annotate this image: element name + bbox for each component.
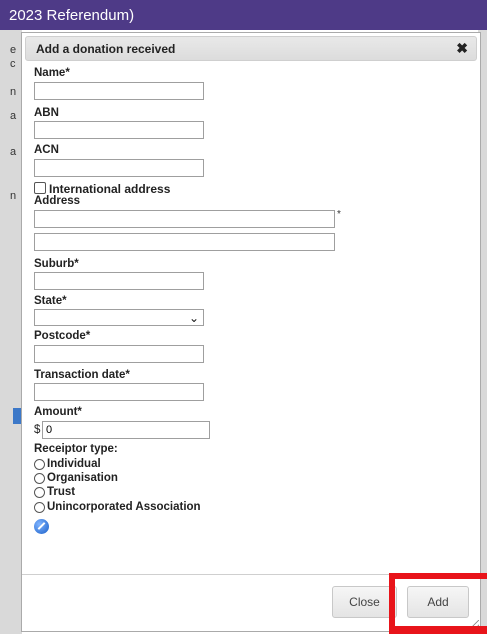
radio-unincorporated-association[interactable] [34,502,45,513]
acn-input[interactable] [34,159,204,177]
currency-symbol: $ [34,424,41,436]
state-selected-value [35,314,38,326]
close-button[interactable]: Close [332,586,397,618]
postcode-label: Postcode* [34,330,91,342]
international-address-label: International address [49,182,171,196]
window-title: 2023 Referendum) [9,7,135,24]
suburb-input[interactable] [34,272,204,290]
abn-label: ABN [34,107,59,119]
radio-individual-label: Individual [47,458,101,470]
background-text-fragment: n [10,190,17,202]
address-label: Address [34,195,81,207]
suburb-label: Suburb* [34,258,79,270]
highlight-annotation [389,573,487,634]
background-text-fragment: n [10,86,17,98]
radio-trust[interactable] [34,487,45,498]
state-label: State* [34,295,67,307]
transaction-date-input[interactable] [34,383,204,401]
acn-label: ACN [34,144,59,156]
state-select[interactable]: ⌄ [34,309,204,326]
highlight-annotation-bottom [389,626,487,634]
radio-individual[interactable] [34,459,45,470]
name-input[interactable] [34,82,204,100]
address-line2-input[interactable] [34,233,335,251]
background-text-fragment: a [10,110,17,122]
receiptor-type-label: Receiptor type: [34,443,118,455]
dialog-title: Add a donation received [36,42,176,56]
close-icon[interactable]: ✖ [456,40,468,57]
add-donation-dialog: Add a donation received ✖ Name* ABN ACN … [21,32,481,632]
address-line1-input[interactable] [34,210,335,228]
chevron-down-icon: ⌄ [188,311,199,325]
window-title-bar: 2023 Referendum) [0,0,487,30]
radio-organisation[interactable] [34,473,45,484]
background-left-panel: e c n a a n [0,30,22,634]
background-text-fragment: e [10,44,17,56]
radio-organisation-label: Organisation [47,472,118,484]
address-required-mark: * [337,209,341,220]
radio-trust-label: Trust [47,486,76,498]
background-text-fragment: a [10,146,17,158]
radio-unincorporated-association-label: Unincorporated Association [47,501,201,513]
international-address-checkbox[interactable] [34,182,46,194]
abn-input[interactable] [34,121,204,139]
name-label: Name* [34,67,70,79]
dialog-header: Add a donation received ✖ [25,36,477,61]
amount-input[interactable] [42,421,210,439]
amount-label: Amount* [34,406,82,418]
pencil-icon[interactable] [34,519,49,534]
postcode-input[interactable] [34,345,204,363]
transaction-date-label: Transaction date* [34,369,130,381]
background-text-fragment: c [10,58,16,70]
